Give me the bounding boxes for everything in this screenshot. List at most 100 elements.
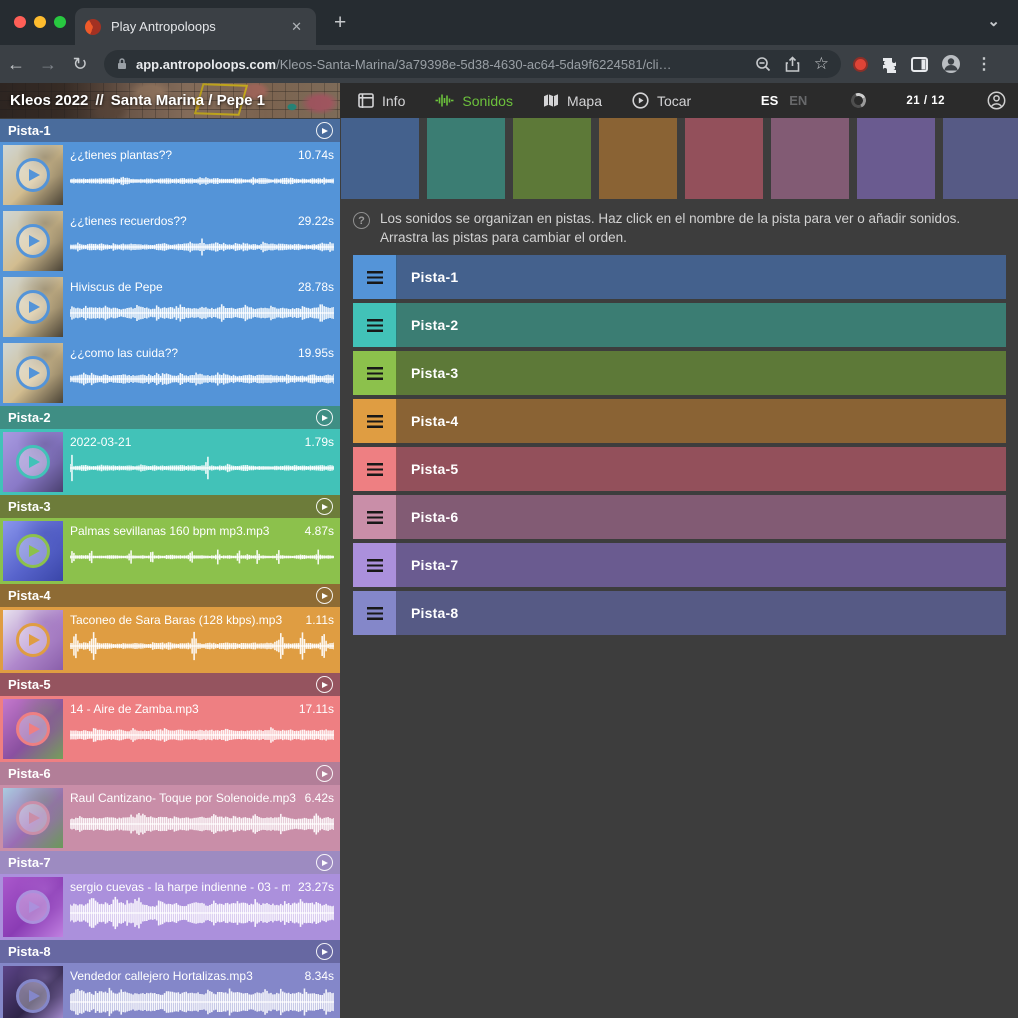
track-row-bar[interactable]: Pista-3 <box>397 351 1006 395</box>
track-row[interactable]: Pista-8 <box>353 591 1006 635</box>
nav-tab-sonidos[interactable]: Sonidos <box>435 93 513 109</box>
clip-waveform[interactable] <box>70 806 334 842</box>
clip-play-button[interactable] <box>16 890 50 924</box>
clip-play-button[interactable] <box>16 445 50 479</box>
clip-play-button[interactable] <box>16 534 50 568</box>
clip-item[interactable]: Taconeo de Sara Baras (128 kbps).mp31.11… <box>0 607 340 673</box>
track-row[interactable]: Pista-7 <box>353 543 1006 587</box>
drag-handle[interactable] <box>353 255 397 299</box>
clip-waveform[interactable] <box>70 628 334 664</box>
address-bar[interactable]: app.antropoloops.com/Kleos-Santa-Marina/… <box>104 50 841 78</box>
drag-handle[interactable] <box>353 351 397 395</box>
clip-play-button[interactable] <box>16 801 50 835</box>
clip-item[interactable]: Palmas sevillanas 160 bpm mp3.mp34.87s <box>0 518 340 584</box>
zoom-window-button[interactable] <box>54 16 66 28</box>
track-header[interactable]: Pista-2 <box>0 406 340 429</box>
clip-play-button[interactable] <box>16 158 50 192</box>
lang-es-button[interactable]: ES <box>761 93 778 108</box>
extensions-puzzle-icon[interactable] <box>881 56 898 73</box>
share-icon[interactable] <box>785 56 800 73</box>
track-header[interactable]: Pista-4 <box>0 584 340 607</box>
drag-handle[interactable] <box>353 591 397 635</box>
screen-record-indicator-icon[interactable] <box>853 57 868 72</box>
track-header[interactable]: Pista-3 <box>0 495 340 518</box>
drag-handle[interactable] <box>353 447 397 491</box>
nav-tab-info[interactable]: Info <box>358 93 405 109</box>
clip-play-button[interactable] <box>16 356 50 390</box>
clip-item[interactable]: sergio cuevas - la harpe indienne - 03 -… <box>0 874 340 940</box>
minimize-window-button[interactable] <box>34 16 46 28</box>
reload-button[interactable]: ↻ <box>64 54 96 75</box>
track-play-button[interactable] <box>316 676 333 693</box>
track-row[interactable]: Pista-5 <box>353 447 1006 491</box>
nav-tab-tocar[interactable]: Tocar <box>632 92 691 109</box>
drag-handle[interactable] <box>353 543 397 587</box>
track-row-bar[interactable]: Pista-4 <box>397 399 1006 443</box>
track-row-bar[interactable]: Pista-7 <box>397 543 1006 587</box>
forward-button[interactable]: → <box>32 54 64 75</box>
clip-waveform[interactable] <box>70 450 334 486</box>
track-row-bar[interactable]: Pista-2 <box>397 303 1006 347</box>
clip-waveform[interactable] <box>70 163 334 199</box>
track-play-button[interactable] <box>316 854 333 871</box>
track-row[interactable]: Pista-6 <box>353 495 1006 539</box>
clip-waveform[interactable] <box>70 361 334 397</box>
clip-play-button[interactable] <box>16 290 50 324</box>
zoom-out-icon[interactable] <box>755 56 771 72</box>
track-play-button[interactable] <box>316 409 333 426</box>
track-header[interactable]: Pista-6 <box>0 762 340 785</box>
account-icon[interactable] <box>987 91 1006 110</box>
track-row-bar[interactable]: Pista-8 <box>397 591 1006 635</box>
clip-play-button[interactable] <box>16 979 50 1013</box>
clip-waveform[interactable] <box>70 539 334 575</box>
clip-item[interactable]: ¿¿tienes plantas??10.74s <box>0 142 340 208</box>
browser-menu-kebab-icon[interactable]: ⋮ <box>974 54 998 74</box>
tab-close-icon[interactable]: ✕ <box>287 17 306 37</box>
new-tab-button[interactable]: + <box>328 9 352 37</box>
clip-item[interactable]: ¿¿como las cuida??19.95s <box>0 340 340 406</box>
track-header[interactable]: Pista-5 <box>0 673 340 696</box>
clip-item[interactable]: Vendedor callejero Hortalizas.mp38.34s <box>0 963 340 1018</box>
profile-avatar-icon[interactable] <box>941 54 961 74</box>
track-row-bar[interactable]: Pista-1 <box>397 255 1006 299</box>
clip-waveform[interactable] <box>70 895 334 931</box>
clip-item[interactable]: 14 - Aire de Zamba.mp317.11s <box>0 696 340 762</box>
track-play-button[interactable] <box>316 498 333 515</box>
lang-en-button[interactable]: EN <box>789 93 807 108</box>
track-row[interactable]: Pista-3 <box>353 351 1006 395</box>
track-header[interactable]: Pista-7 <box>0 851 340 874</box>
nav-tab-mapa[interactable]: Mapa <box>543 93 602 109</box>
browser-tab[interactable]: Play Antropoloops ✕ <box>75 8 316 45</box>
track-row[interactable]: Pista-1 <box>353 255 1006 299</box>
drag-handle[interactable] <box>353 399 397 443</box>
clip-item[interactable]: 2022-03-211.79s <box>0 429 340 495</box>
side-panel-icon[interactable] <box>911 57 928 72</box>
clip-item[interactable]: ¿¿tienes recuerdos??29.22s <box>0 208 340 274</box>
track-play-button[interactable] <box>316 943 333 960</box>
clip-item[interactable]: Hiviscus de Pepe28.78s <box>0 274 340 340</box>
track-play-button[interactable] <box>316 765 333 782</box>
track-row-bar[interactable]: Pista-5 <box>397 447 1006 491</box>
track-header[interactable]: Pista-8 <box>0 940 340 963</box>
clip-play-button[interactable] <box>16 623 50 657</box>
close-window-button[interactable] <box>14 16 26 28</box>
clip-play-button[interactable] <box>16 224 50 258</box>
drag-handle[interactable] <box>353 495 397 539</box>
clip-item[interactable]: Raul Cantizano- Toque por Solenoide.mp36… <box>0 785 340 851</box>
track-play-button[interactable] <box>316 122 333 139</box>
bookmark-star-icon[interactable]: ☆ <box>814 54 829 74</box>
track-row-bar[interactable]: Pista-6 <box>397 495 1006 539</box>
clip-waveform[interactable] <box>70 984 334 1018</box>
track-play-button[interactable] <box>316 587 333 604</box>
clip-waveform[interactable] <box>70 717 334 753</box>
tab-search-chevron-icon[interactable]: ⌄ <box>987 12 1000 30</box>
track-header[interactable]: Pista-1 <box>0 119 340 142</box>
breadcrumb-project[interactable]: Kleos 2022 <box>10 92 88 109</box>
track-row[interactable]: Pista-4 <box>353 399 1006 443</box>
clip-waveform[interactable] <box>70 295 334 331</box>
drag-handle[interactable] <box>353 303 397 347</box>
clip-waveform[interactable] <box>70 229 334 265</box>
clip-play-button[interactable] <box>16 712 50 746</box>
track-row[interactable]: Pista-2 <box>353 303 1006 347</box>
back-button[interactable]: ← <box>0 54 32 75</box>
